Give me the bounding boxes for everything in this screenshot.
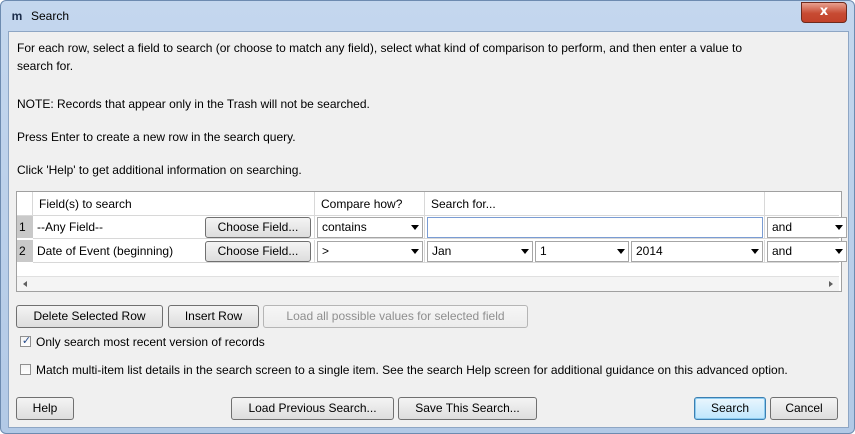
app-logo-icon: m (11, 9, 23, 23)
instructions-line-1: For each row, select a field to search (… (17, 41, 743, 55)
field-name: --Any Field-- (37, 220, 104, 234)
choose-field-button[interactable]: Choose Field... (205, 217, 311, 238)
title-bar[interactable]: m Search x (1, 1, 854, 31)
field-name: Date of Event (beginning) (37, 244, 174, 258)
window-title: Search (31, 9, 70, 23)
delete-selected-row-button[interactable]: Delete Selected Row (16, 305, 163, 328)
load-possible-values-button[interactable]: Load all possible values for selected fi… (263, 305, 528, 328)
instructions-text: For each row, select a field to search (… (17, 39, 842, 75)
dialog-body: For each row, select a field to search (… (8, 31, 849, 428)
choose-field-button[interactable]: Choose Field... (205, 241, 311, 262)
table-row: --Any Field-- Choose Field... (33, 216, 315, 239)
compare-value: > (322, 244, 330, 258)
help-hint: Click 'Help' to get additional informati… (17, 163, 302, 177)
scroll-right-icon[interactable] (829, 281, 833, 287)
row-number-header (17, 192, 33, 216)
column-header-fields[interactable]: Field(s) to search (33, 192, 315, 216)
recent-version-label[interactable]: Only search most recent version of recor… (36, 335, 265, 349)
trash-note: NOTE: Records that appear only in the Tr… (17, 97, 370, 111)
close-button[interactable]: x (801, 2, 847, 23)
compare-cell: > (315, 240, 425, 263)
search-dialog: m Search x For each row, select a field … (0, 0, 855, 434)
connector-select[interactable]: and (767, 217, 847, 238)
insert-row-button[interactable]: Insert Row (168, 305, 259, 328)
search-button[interactable]: Search (694, 397, 766, 420)
connector-cell: and (765, 216, 847, 239)
day-select[interactable]: 1 (535, 241, 629, 262)
chevron-down-icon (835, 249, 843, 254)
chevron-down-icon (411, 225, 419, 230)
compare-value: contains (322, 220, 367, 234)
connector-cell: and (765, 240, 847, 263)
date-value-cell: Jan 1 2014 (425, 240, 765, 263)
horizontal-scrollbar[interactable] (17, 276, 839, 291)
save-this-search-button[interactable]: Save This Search... (398, 397, 537, 420)
enter-hint: Press Enter to create a new row in the s… (17, 130, 296, 144)
instructions-line-2: search for. (17, 59, 74, 73)
chevron-down-icon (411, 249, 419, 254)
chevron-down-icon (751, 249, 759, 254)
recent-version-checkbox[interactable]: ✓ (20, 334, 32, 347)
cancel-button[interactable]: Cancel (770, 397, 838, 420)
chevron-down-icon (521, 249, 529, 254)
column-header-compare[interactable]: Compare how? (315, 192, 425, 216)
connector-value: and (772, 244, 793, 258)
column-header-search-for[interactable]: Search for... (425, 192, 765, 216)
scroll-left-icon[interactable] (23, 281, 27, 287)
month-value: Jan (432, 244, 452, 258)
connector-value: and (772, 220, 793, 234)
year-value: 2014 (636, 244, 663, 258)
column-header-connector[interactable] (765, 192, 839, 216)
connector-select[interactable]: and (767, 241, 847, 262)
day-value: 1 (540, 244, 547, 258)
load-previous-search-button[interactable]: Load Previous Search... (231, 397, 394, 420)
compare-cell: contains (315, 216, 425, 239)
year-select[interactable]: 2014 (631, 241, 763, 262)
help-button[interactable]: Help (16, 397, 74, 420)
search-value-input[interactable] (427, 217, 763, 238)
chevron-down-icon (617, 249, 625, 254)
table-row: Date of Event (beginning) Choose Field..… (33, 240, 315, 263)
search-value-cell (425, 216, 765, 239)
chevron-down-icon (835, 225, 843, 230)
multi-item-checkbox[interactable] (20, 364, 31, 375)
multi-item-label[interactable]: Match multi-item list details in the sea… (36, 363, 788, 377)
search-criteria-table: Field(s) to search Compare how? Search f… (16, 191, 847, 292)
checkmark-icon: ✓ (21, 334, 32, 347)
month-select[interactable]: Jan (427, 241, 533, 262)
row-number[interactable]: 1 (17, 216, 33, 239)
row-number[interactable]: 2 (17, 240, 33, 263)
compare-select[interactable]: > (317, 241, 423, 262)
compare-select[interactable]: contains (317, 217, 423, 238)
